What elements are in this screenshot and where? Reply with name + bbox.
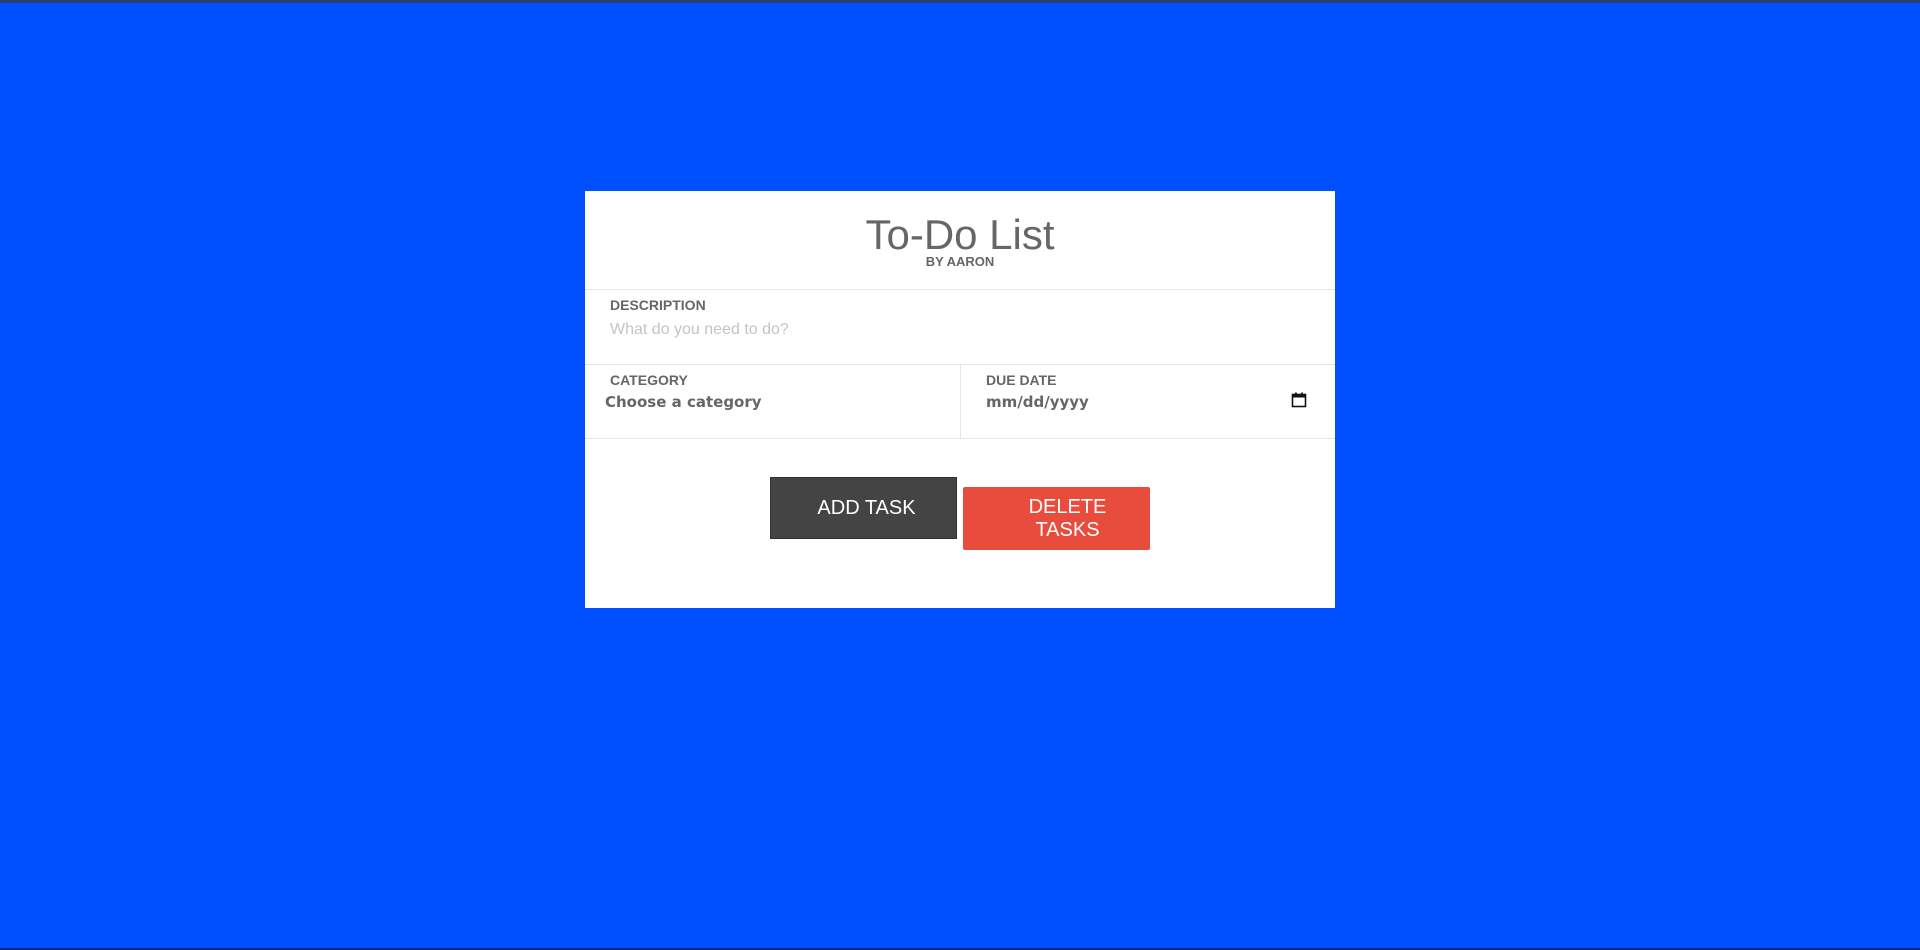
description-input[interactable] [610, 318, 1300, 342]
delete-tasks-label-line2: TASKS [1035, 518, 1100, 541]
calendar-icon[interactable] [1291, 392, 1307, 408]
category-cell: CATEGORY Choose a category [585, 365, 961, 438]
due-date-input[interactable]: mm/dd/yyyy [986, 393, 1089, 411]
todo-card: To-Do List BY AARON DESCRIPTION CATEGORY… [585, 191, 1335, 608]
description-label: DESCRIPTION [610, 297, 706, 313]
due-date-cell: DUE DATE mm/dd/yyyy [961, 365, 1335, 438]
delete-tasks-label-line1: DELETE [1028, 495, 1107, 518]
card-header: To-Do List BY AARON [585, 191, 1335, 290]
actions-area: ADD TASK DELETE TASKS [585, 439, 1335, 609]
add-task-label: ADD TASK [817, 496, 916, 519]
delete-tasks-button[interactable]: DELETE TASKS [963, 487, 1150, 550]
window-top-edge [0, 0, 1920, 3]
category-select[interactable]: Choose a category [605, 393, 762, 411]
description-row: DESCRIPTION [585, 290, 1335, 365]
due-date-label: DUE DATE [986, 372, 1057, 388]
category-label: CATEGORY [610, 372, 688, 388]
add-task-button[interactable]: ADD TASK [770, 477, 957, 539]
page-title: To-Do List [865, 211, 1055, 258]
category-date-row: CATEGORY Choose a category DUE DATE mm/d… [585, 365, 1335, 439]
page-subtitle: BY AARON [925, 254, 995, 269]
